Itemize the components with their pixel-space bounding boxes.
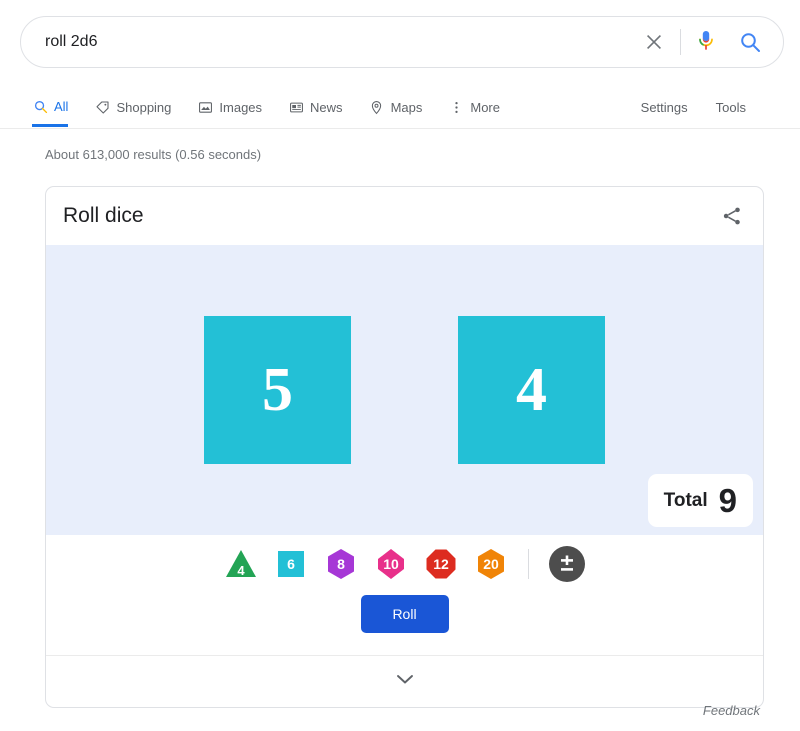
tab-maps-label: Maps [390,100,423,115]
tab-all-label: All [54,98,69,114]
expand-card-button[interactable] [46,655,763,707]
dice-type-d6[interactable]: 6 [274,547,308,581]
tab-images[interactable]: Images [197,88,262,127]
tab-maps[interactable]: Maps [369,88,423,127]
die-1[interactable]: 5 [204,316,351,464]
tab-all[interactable]: All [32,88,69,127]
news-icon [288,100,304,116]
chevron-down-icon [394,672,416,691]
roll-button-row: Roll [46,587,763,655]
search-input[interactable] [45,27,640,57]
dice-type-d10[interactable]: 10 [374,547,408,581]
dice-type-d8[interactable]: 8 [324,547,358,581]
kebab-menu-icon [448,100,464,116]
map-pin-icon [369,100,385,116]
tools-button[interactable]: Tools [716,100,746,115]
tab-more-label: More [470,100,500,115]
search-divider [680,29,681,55]
nav-tabs: All Shopping Images News Maps More [32,88,526,127]
roll-dice-card: Roll dice 5 4 Total 9 4 6 8 10 12 20 Rol… [45,186,764,708]
image-icon [197,100,213,116]
tab-news[interactable]: News [288,88,343,127]
feedback-link[interactable]: Feedback [703,703,760,718]
page-title: Roll dice [63,204,144,227]
result-stats: About 613,000 results (0.56 seconds) [45,147,262,162]
share-icon[interactable] [719,203,745,229]
total-value: 9 [718,482,737,519]
tab-news-label: News [310,100,343,115]
plus-minus-icon[interactable] [549,546,585,582]
settings-button[interactable]: Settings [641,100,688,115]
search-box[interactable] [20,16,784,68]
tab-images-label: Images [219,100,263,115]
dice-type-d10-label: 10 [383,556,399,572]
dice-type-d20-label: 20 [483,556,499,572]
dice-type-d8-label: 8 [337,556,345,572]
search-icon [32,98,48,114]
nav-actions: Settings Tools [641,88,746,127]
tab-shopping-label: Shopping [116,100,172,115]
close-icon[interactable] [640,28,668,56]
selector-divider [528,549,529,579]
microphone-icon[interactable] [693,28,719,56]
search-bar [20,16,784,68]
dice-type-d12[interactable]: 12 [424,547,458,581]
dice-type-d6-label: 6 [287,556,295,572]
total-badge: Total 9 [647,474,753,527]
dice-type-d12-label: 12 [433,556,449,572]
tab-shopping[interactable]: Shopping [94,88,171,127]
card-header: Roll dice [46,187,763,245]
dice-stage: 5 4 Total 9 [46,245,763,535]
dice-type-d4-label: 4 [237,562,245,578]
tag-icon [94,100,110,116]
dice-type-d20[interactable]: 20 [474,547,508,581]
roll-button[interactable]: Roll [360,595,449,633]
dice-type-d4[interactable]: 4 [224,547,258,581]
magnifier-icon[interactable] [737,29,763,55]
tab-more[interactable]: More [448,88,500,127]
die-2[interactable]: 4 [458,316,605,464]
navigation-bar: All Shopping Images News Maps More Setti… [0,88,800,129]
total-label: Total [663,489,708,511]
dice-type-selector: 4 6 8 10 12 20 [46,535,763,587]
